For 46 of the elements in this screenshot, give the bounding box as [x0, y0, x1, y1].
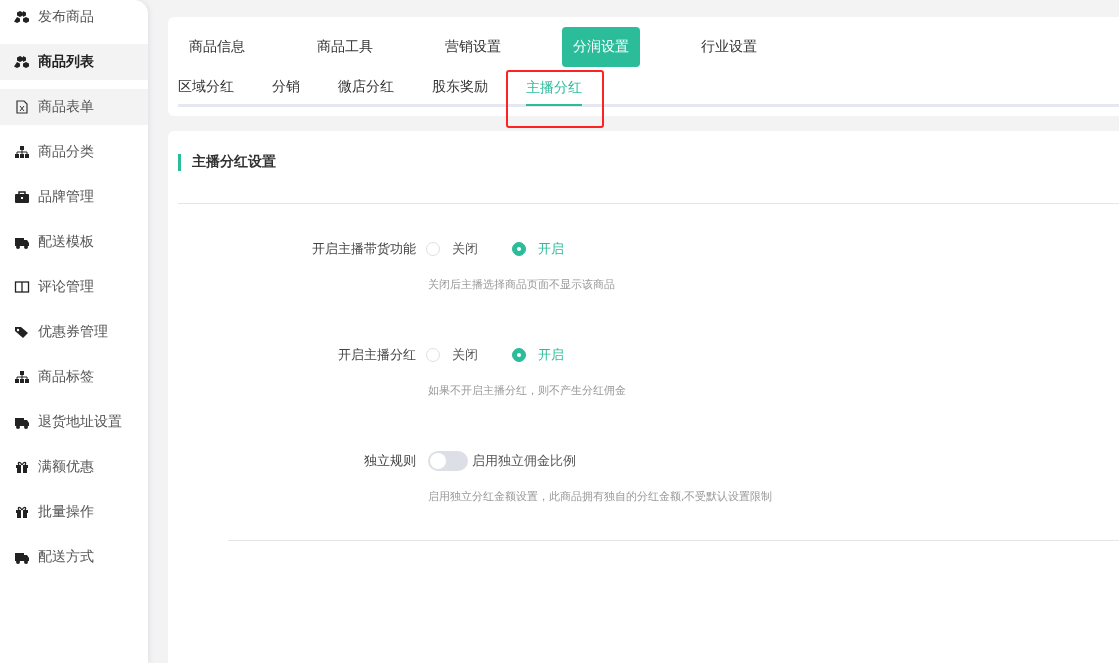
subtab[interactable]: 股东奖励 — [432, 69, 488, 104]
tab[interactable]: 商品信息 — [178, 27, 256, 67]
help-text: 关闭后主播选择商品页面不显示该商品 — [427, 277, 616, 291]
tag-icon — [14, 325, 30, 339]
radio-option[interactable]: 关闭 — [426, 240, 478, 258]
subtab[interactable]: 区域分红 — [178, 69, 234, 104]
sidebar-item[interactable]: 优惠券管理 — [0, 314, 148, 350]
columns-icon — [14, 280, 30, 294]
toggle-switch[interactable] — [428, 451, 468, 471]
truck-icon — [14, 415, 30, 429]
sidebar-item[interactable]: 商品标签 — [0, 359, 148, 395]
sidebar-item[interactable]: 品牌管理 — [0, 179, 148, 215]
help-text: 启用独立分红金额设置，此商品拥有独自的分红金额,不受默认设置限制 — [427, 489, 774, 503]
file-icon — [14, 100, 30, 114]
sidebar-item[interactable]: 批量操作 — [0, 494, 148, 530]
truck-icon — [14, 550, 30, 564]
briefcase-icon — [14, 190, 30, 204]
sidebar-item[interactable]: 配送模板 — [0, 224, 148, 260]
cubes-icon — [14, 10, 30, 24]
field-label: 开启主播带货功能 — [311, 240, 417, 258]
sidebar-item[interactable]: 商品表单 — [0, 89, 148, 125]
hierarchy-icon — [14, 145, 30, 159]
toggle-label: 启用独立佣金比例 — [472, 452, 576, 470]
sidebar-item[interactable]: 发布商品 — [0, 0, 148, 35]
sidebar-item[interactable]: 商品列表 — [0, 44, 148, 80]
tab[interactable]: 行业设置 — [690, 27, 768, 67]
subtab[interactable]: 分销 — [272, 69, 300, 104]
section-accent-bar — [178, 153, 181, 171]
tab[interactable]: 营销设置 — [434, 27, 512, 67]
section-title: 主播分红设置 — [192, 153, 276, 171]
sidebar-item[interactable]: 配送方式 — [0, 539, 148, 575]
hierarchy-icon — [14, 370, 30, 384]
sidebar-item[interactable]: 退货地址设置 — [0, 404, 148, 440]
help-text: 如果不开启主播分红，则不产生分红佣金 — [427, 383, 627, 397]
sidebar-item[interactable]: 商品分类 — [0, 134, 148, 170]
truck-icon — [14, 235, 30, 249]
gift-icon — [14, 460, 30, 474]
sidebar-item[interactable]: 满额优惠 — [0, 449, 148, 485]
cubes-icon — [14, 55, 30, 69]
sidebar-item[interactable]: 评论管理 — [0, 269, 148, 305]
subtab[interactable]: 微店分红 — [338, 69, 394, 104]
field-label: 独立规则 — [363, 452, 417, 470]
gift-icon — [14, 505, 30, 519]
radio-option[interactable]: 关闭 — [426, 346, 478, 364]
field-label: 开启主播分红 — [337, 346, 417, 364]
tab[interactable]: 商品工具 — [306, 27, 384, 67]
